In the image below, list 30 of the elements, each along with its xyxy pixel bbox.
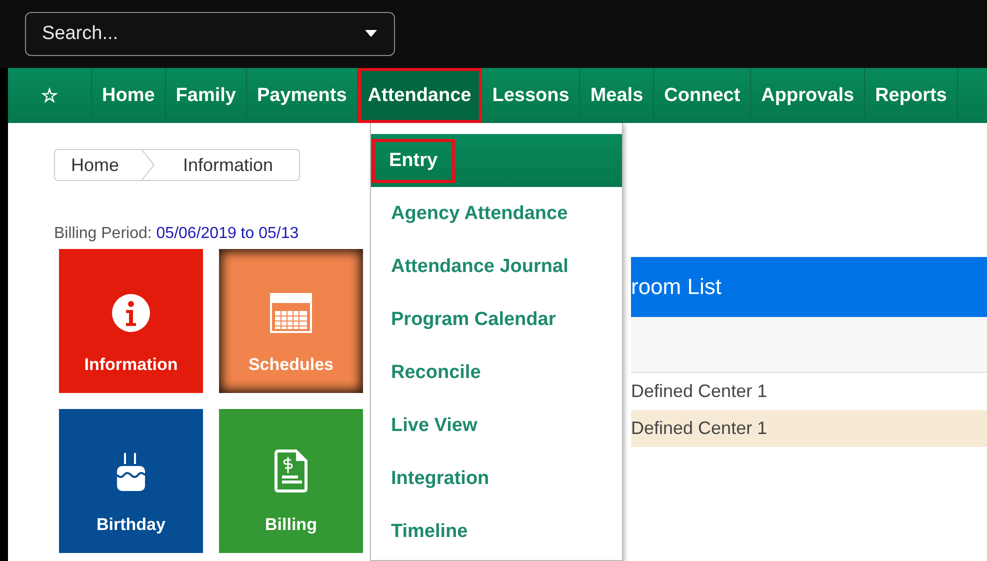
breadcrumb-link[interactable]: Home (55, 154, 142, 176)
menu-item[interactable]: Timeline (371, 505, 622, 558)
menu-item[interactable]: Program Calendar (371, 293, 622, 346)
nav-tab[interactable]: Home (92, 68, 166, 123)
dashboard-tile[interactable]: Schedules (219, 249, 363, 393)
nav-tab[interactable]: Reports (865, 68, 958, 123)
search-field[interactable]: Search... (25, 12, 395, 56)
panel-header: room List (631, 257, 987, 317)
menu-item[interactable]: Entry (371, 134, 622, 187)
menu-item[interactable]: Reconcile (371, 346, 622, 399)
favorites-tab[interactable]: ☆ (8, 68, 92, 123)
dashboard-tile[interactable]: Information (59, 249, 203, 393)
breadcrumb-link[interactable]: Information (155, 154, 274, 176)
nav-tab[interactable]: Connect (654, 68, 752, 123)
nav-tab[interactable]: Attendance (358, 68, 482, 123)
dashboard-tile[interactable]: Billing (219, 409, 363, 553)
calendar-icon (270, 293, 312, 333)
caret-icon[interactable] (365, 30, 377, 37)
nav-tab[interactable]: Approvals (751, 68, 866, 123)
nav-tab[interactable]: Family (166, 68, 247, 123)
bill-icon (274, 449, 308, 493)
cake-icon (115, 451, 147, 493)
menu-item[interactable]: Attendance Journal (371, 240, 622, 293)
menu-item[interactable]: Agency Attendance (371, 187, 622, 240)
menu-item[interactable]: Integration (371, 452, 622, 505)
dashboard-tile[interactable]: Birthday (59, 409, 203, 553)
billing-period-text: Billing Period: 05/06/2019 to 05/13 (54, 225, 300, 243)
table-row[interactable]: Defined Center 1 (631, 410, 987, 447)
menu-item[interactable]: Live View (371, 399, 622, 452)
info-icon (111, 293, 151, 333)
